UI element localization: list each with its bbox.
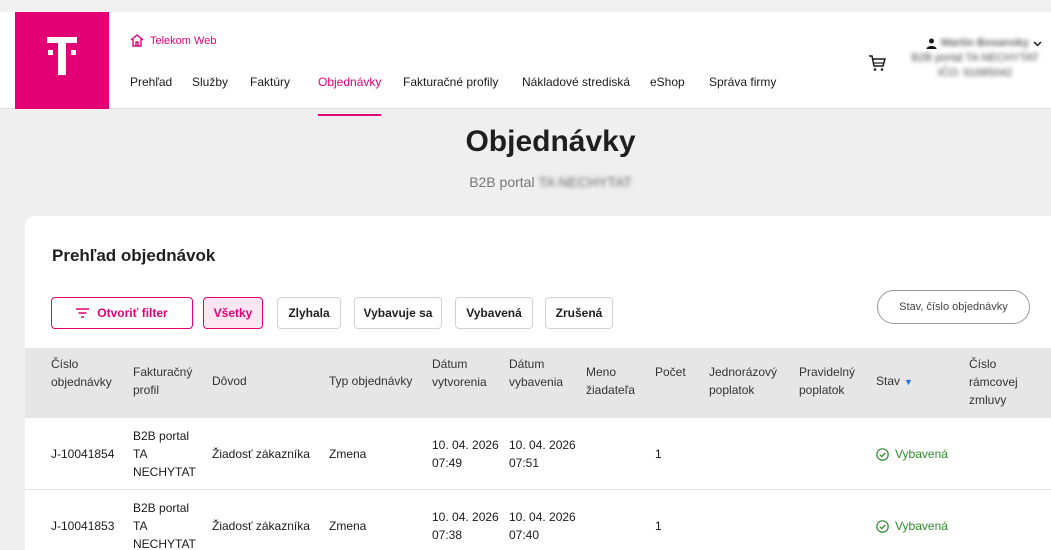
user-name: Martin Bosansky [940,37,1029,49]
orders-table-header: Číslo objednávky Fakturačný profil Dôvod T… [25,348,1051,418]
cell-billing-profile: B2B portal TA NECHYTAT [133,429,196,479]
page-title: Objednávky [465,125,636,158]
orders-section-title: Prehľad objednávok [52,246,216,265]
col-recurring-fee[interactable]: Pravidelný poplatok [799,363,855,399]
col-one-time-fee[interactable]: Jednorázový poplatok [709,363,777,399]
nav-sprava-firmy[interactable]: Správa firmy [709,75,776,89]
check-circle-icon [876,519,889,533]
status-label: Vybavená [895,519,948,533]
cell-reason: Žiadosť zákazníka [212,519,310,533]
open-filter-label: Otvoriť filter [97,306,168,320]
user-menu[interactable]: Martin Bosansky B2B portal TA NECHYTAT I… [905,36,1045,81]
status-tab-cancelled[interactable]: Zrušená [545,297,613,329]
cell-reason: Žiadosť zákazníka [212,447,310,461]
col-framework-contract[interactable]: Číslo rámcovej zmluvy [969,355,1018,409]
page-subtitle: B2B portal TA NECHYTAT [0,174,1051,190]
nav-faktury[interactable]: Faktúry [250,75,290,89]
cell-status: Vybavená [876,445,948,463]
col-order-type[interactable]: Typ objednávky [329,372,412,390]
status-tab-failed[interactable]: Zlyhala [277,297,341,329]
cell-created: 10. 04. 2026 07:49 [432,438,499,470]
cell-count: 1 [655,447,662,461]
cell-created: 10. 04. 2026 07:38 [432,510,499,542]
cell-count: 1 [655,519,662,533]
check-circle-icon [876,447,889,461]
status-tab-completed[interactable]: Vybavená [455,297,533,329]
sort-down-icon[interactable]: ▼ [904,377,913,387]
status-label: Vybavená [895,447,948,461]
table-row[interactable]: J-10041853 B2B portal TA NECHYTAT Žiadosť … [25,491,1051,550]
page-subtitle-company: TA NECHYTAT [538,174,632,190]
col-reason[interactable]: Dôvod [212,372,247,390]
filter-icon [76,308,90,318]
browser-top-strip [0,0,1051,12]
nav-objednavky[interactable]: Objednávky [318,75,382,116]
user-icon [926,38,937,49]
cart-icon[interactable] [868,54,886,72]
cell-order-id[interactable]: J-10041854 [51,445,114,463]
home-link-label: Telekom Web [150,34,217,47]
col-created-date[interactable]: Dátum vytvorenia [432,355,487,391]
t-logo-icon [47,37,77,75]
cell-type: Zmena [329,447,367,461]
open-filter-button[interactable]: Otvoriť filter [51,297,193,329]
col-completed-date[interactable]: Dátum vybavenia [509,355,563,391]
status-tab-in-progress[interactable]: Vybavuje sa [354,297,442,329]
cell-order-id[interactable]: J-10041853 [51,517,114,535]
table-row[interactable]: J-10041854 B2B portal TA NECHYTAT Žiadosť … [25,419,1051,490]
nav-nakladove-strediska[interactable]: Nákladové strediská [522,75,630,89]
cell-status: Vybavená [876,517,948,535]
cell-type: Zmena [329,519,367,533]
home-icon [130,34,144,47]
col-status[interactable]: Stav ▼ [876,372,913,391]
status-tab-all[interactable]: Všetky [203,297,263,329]
chevron-down-icon [1033,40,1042,47]
cell-billing-profile: B2B portal TA NECHYTAT [133,501,196,550]
col-requester[interactable]: Meno žiadateľa [586,363,635,399]
user-ico: IČO: 91685042 [937,67,1013,79]
col-billing-profile[interactable]: Fakturačný profil [133,363,192,399]
nav-prehlad[interactable]: Prehľad [130,75,172,89]
site-header: Telekom Web Prehľad Služby Faktúry Objed… [0,12,1051,116]
user-portal: B2B portal TA NECHYTAT [911,52,1039,64]
order-search-input[interactable]: Stav, číslo objednávky [877,290,1030,324]
nav-fakturacne-profily[interactable]: Fakturačné profily [403,75,498,89]
page-subtitle-prefix: B2B portal [469,174,535,190]
nav-sluzby[interactable]: Služby [192,75,228,89]
cell-completed: 10. 04. 2026 07:51 [509,438,576,470]
col-order-number[interactable]: Číslo objednávky [51,355,112,391]
col-count[interactable]: Počet [655,363,686,381]
home-link[interactable]: Telekom Web [130,34,216,47]
telekom-logo[interactable] [15,12,109,109]
nav-eshop[interactable]: eShop [650,75,685,89]
user-name-row[interactable]: Martin Bosansky [905,36,1045,51]
cell-completed: 10. 04. 2026 07:40 [509,510,576,542]
